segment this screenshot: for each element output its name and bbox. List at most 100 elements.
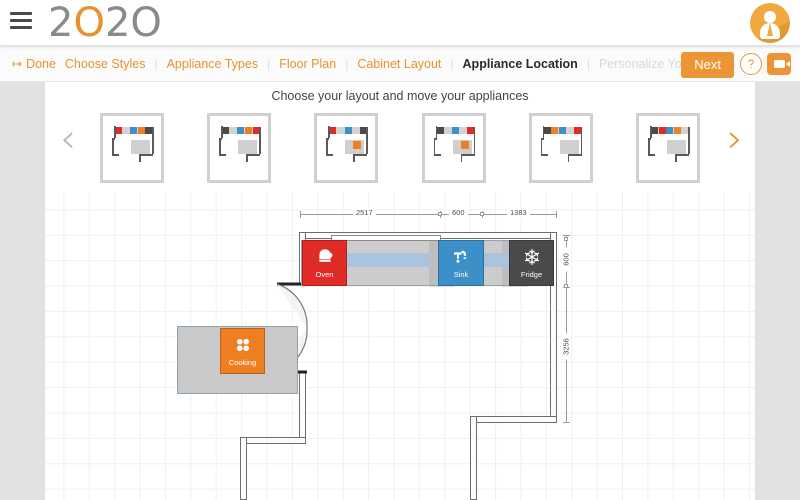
- video-camera-icon: [773, 60, 790, 68]
- breadcrumb-step-choose-styles[interactable]: Choose Styles: [56, 57, 155, 71]
- oven-mitt-icon: [317, 248, 333, 270]
- thumb-wall: [353, 154, 355, 162]
- thumb-appliance: [352, 127, 360, 134]
- thumb-wall: [647, 154, 655, 156]
- thumb-wall: [433, 138, 436, 155]
- thumb-wall: [473, 127, 476, 154]
- layout-thumbnail-5[interactable]: [528, 113, 593, 183]
- layout-thumbnail-list: [100, 110, 700, 186]
- layout-thumbnail-3[interactable]: [314, 113, 379, 183]
- layout-thumbnail-1[interactable]: [100, 113, 164, 183]
- thumb-wall: [246, 154, 261, 156]
- appliance-oven[interactable]: Oven: [302, 240, 347, 286]
- thumb-appliance: [122, 127, 130, 134]
- thumb-wall: [567, 154, 570, 162]
- thumb-wall: [326, 154, 334, 156]
- chevron-right-icon[interactable]: ›: [727, 119, 743, 159]
- layout-thumbnail-2[interactable]: [207, 113, 272, 183]
- thumb-wall: [649, 126, 652, 138]
- thumb-appliance: [244, 127, 252, 134]
- hamburger-menu-icon[interactable]: [10, 12, 32, 32]
- appliance-cooking[interactable]: Cooking: [220, 328, 265, 374]
- thumb-wall: [567, 154, 582, 156]
- chevron-left-icon[interactable]: ‹: [60, 119, 76, 159]
- appliance-sink[interactable]: Sink: [438, 240, 484, 286]
- thumb-wall: [112, 138, 114, 155]
- done-button[interactable]: ↦ Done: [12, 46, 56, 82]
- done-label: Done: [26, 57, 56, 71]
- exit-icon: ↦: [12, 57, 23, 71]
- thumb-appliance: [344, 127, 352, 134]
- thumb-wall: [112, 154, 119, 156]
- breadcrumb: Choose Styles | Appliance Types | Floor Plan…: [0, 46, 800, 82]
- thumb-wall: [674, 154, 677, 162]
- thumb-wall: [433, 154, 441, 156]
- thumb-wall: [152, 127, 154, 154]
- dimension-label-top-1: 2517: [353, 208, 376, 217]
- user-avatar-icon[interactable]: [750, 3, 790, 43]
- dimension-label-right-2: 3256: [561, 333, 571, 360]
- thumb-appliance: [543, 127, 551, 134]
- wall-bottom-right: [470, 416, 557, 423]
- thumb-appliance: [666, 127, 674, 134]
- burners-icon: [234, 336, 252, 358]
- thumb-wall: [540, 154, 548, 156]
- avatar-head: [764, 11, 776, 23]
- thumb-appliance: [566, 127, 574, 134]
- thumbnail-plan: [213, 119, 265, 177]
- floorplan-canvas[interactable]: Oven Sink Fridge Cooking 2517 600 1383 6…: [45, 192, 755, 500]
- thumb-wall: [139, 154, 141, 162]
- thumb-wall: [687, 127, 690, 154]
- breadcrumb-step-appliance-types[interactable]: Appliance Types: [158, 57, 268, 71]
- left-side-panel: [0, 82, 45, 500]
- thumb-appliance: [551, 127, 559, 134]
- counter-handle[interactable]: [331, 235, 441, 241]
- thumbnail-plan: [535, 119, 587, 177]
- thumb-appliance: [436, 127, 444, 134]
- appliance-fridge[interactable]: Fridge: [509, 240, 554, 286]
- appliance-label: Oven: [315, 269, 334, 279]
- thumb-appliance: [329, 127, 337, 134]
- logo-ring-grey: O: [130, 0, 162, 46]
- thumb-wall: [139, 154, 153, 156]
- logo-ring-orange: O: [73, 0, 105, 46]
- thumbnail-plan: [320, 119, 372, 177]
- thumbnail-plan: [106, 119, 158, 177]
- breadcrumb-step-appliance-location: Appliance Location: [462, 57, 578, 71]
- layout-thumbnail-6[interactable]: [635, 113, 700, 183]
- thumb-wall: [326, 138, 328, 155]
- thumb-cabinet-block: [131, 140, 150, 154]
- breadcrumb-step-floor-plan[interactable]: Floor Plan: [270, 57, 345, 71]
- thumb-wall: [540, 138, 543, 155]
- thumb-appliance: [650, 127, 658, 134]
- wall-left-lower-step: [240, 437, 247, 500]
- next-button[interactable]: Next: [681, 52, 734, 78]
- thumb-appliance: [444, 127, 452, 134]
- breadcrumb-step-cabinet-layout[interactable]: Cabinet Layout: [348, 57, 450, 71]
- thumb-appliance: [222, 127, 230, 134]
- wall-bottom-left: [240, 437, 306, 444]
- thumb-appliance: [237, 127, 245, 134]
- thumb-wall: [366, 127, 368, 154]
- thumb-cooking: [353, 141, 362, 149]
- appliance-label: Sink: [453, 269, 469, 279]
- dimension-label-right-1: 600: [561, 247, 571, 272]
- thumb-appliance: [459, 127, 467, 134]
- thumb-wall: [219, 154, 227, 156]
- thumb-cabinet-block: [238, 140, 258, 154]
- thumb-appliance: [229, 127, 237, 134]
- thumb-appliance: [451, 127, 459, 134]
- thumb-wall: [460, 154, 463, 162]
- thumb-cabinet-block: [559, 140, 579, 154]
- layout-thumbnail-4[interactable]: [421, 113, 486, 183]
- dimension-label-top-3: 1383: [507, 208, 530, 217]
- video-help-button[interactable]: [767, 53, 791, 75]
- thumb-wall: [219, 138, 221, 155]
- thumb-appliance: [115, 127, 122, 134]
- help-button[interactable]: ?: [740, 53, 762, 75]
- thumb-wall: [435, 126, 438, 138]
- thumb-appliance: [137, 127, 145, 134]
- appliance-label: Fridge: [520, 269, 543, 279]
- thumbnail-plan: [428, 119, 480, 177]
- thumb-wall: [353, 154, 368, 156]
